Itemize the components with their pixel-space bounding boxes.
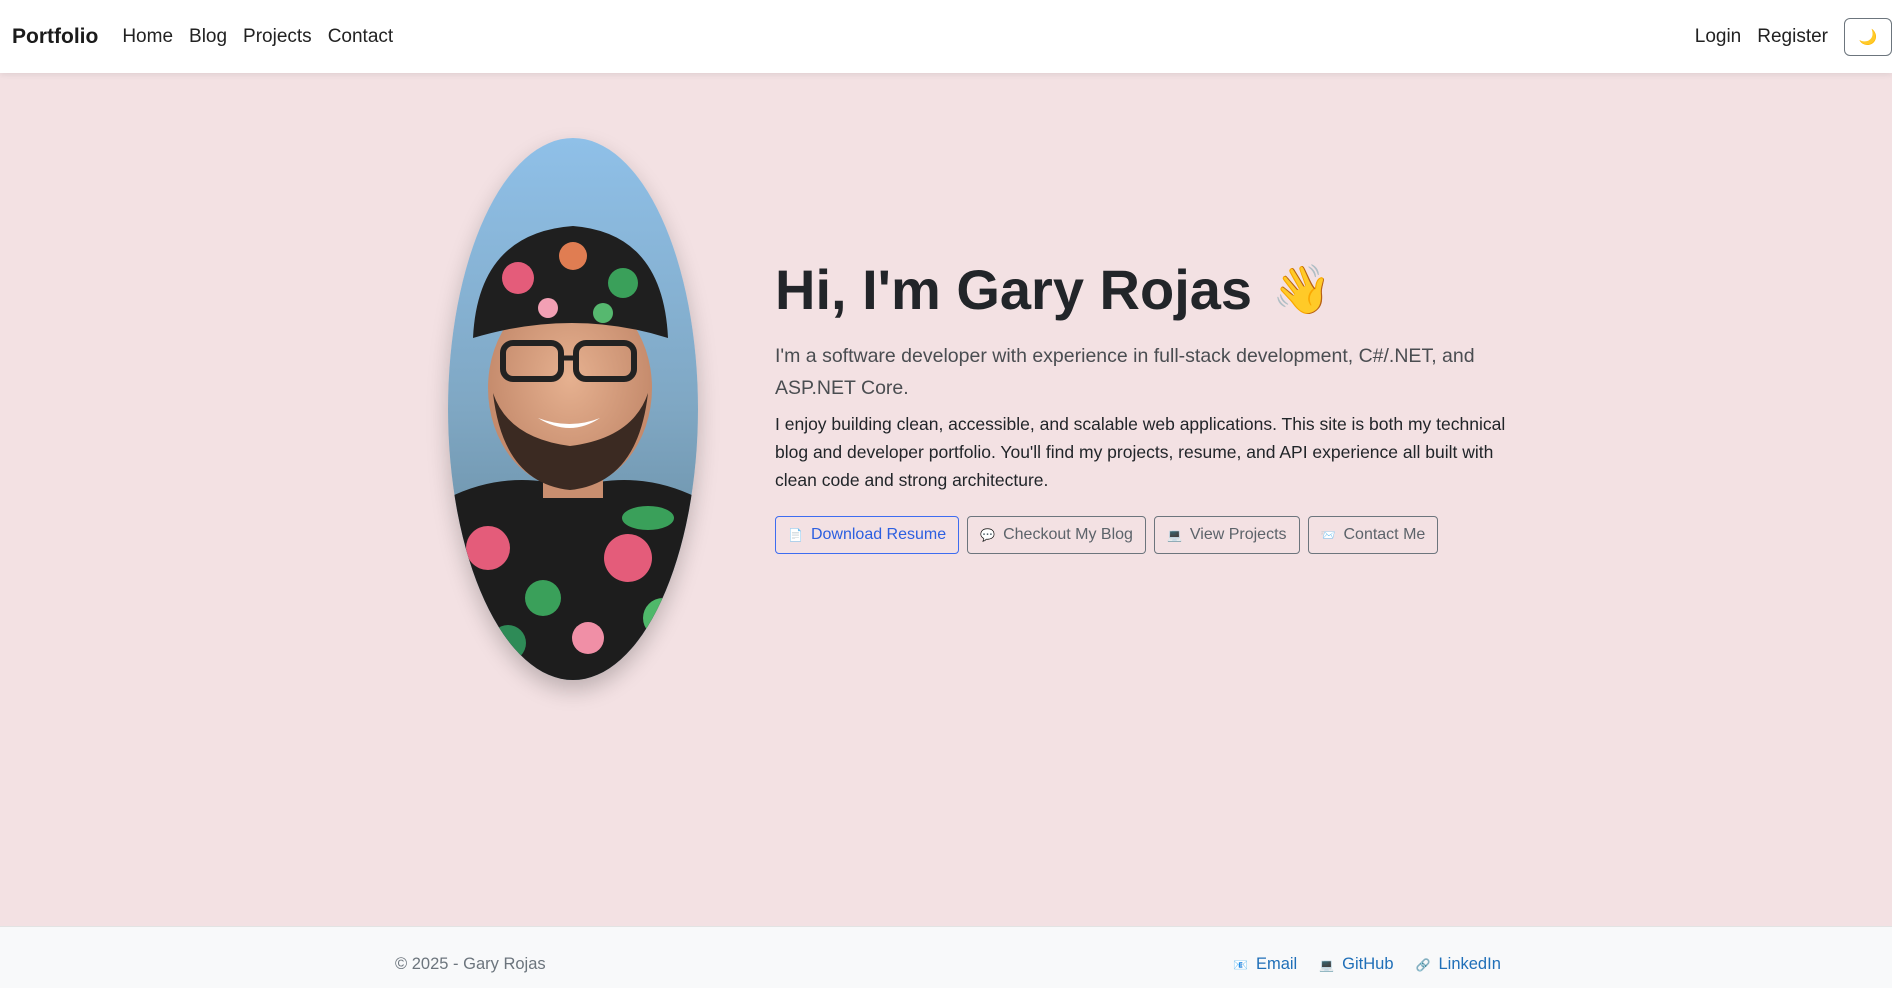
- hero-buttons: 📄 Download Resume 💬 Checkout My Blog 💻 V…: [775, 516, 1515, 555]
- hero-section: Hi, I'm Gary Rojas 👋 I'm a software deve…: [775, 258, 1515, 555]
- footer-linkedin-label: LinkedIn: [1438, 955, 1501, 973]
- footer-email-label: Email: [1255, 955, 1298, 973]
- envelope-icon: 📨: [1320, 528, 1336, 543]
- theme-toggle-button[interactable]: 🌙: [1844, 17, 1892, 56]
- footer-github-link[interactable]: 💻 GitHub: [1319, 955, 1393, 974]
- hero-description: I enjoy building clean, accessible, and …: [775, 414, 1506, 491]
- blog-button-label: Checkout My Blog: [1003, 526, 1133, 544]
- email-icon: 📧: [1233, 957, 1248, 972]
- nav-auth: Login Register 🌙: [1679, 17, 1892, 56]
- register-link[interactable]: Register: [1757, 26, 1828, 48]
- link-icon: 🔗: [1415, 957, 1431, 972]
- footer-github-label: GitHub: [1342, 955, 1394, 973]
- view-projects-button[interactable]: 💻 View Projects: [1153, 516, 1300, 555]
- footer-copyright: © 2025 - Gary Rojas: [395, 955, 546, 973]
- nav-link-home[interactable]: Home: [122, 26, 173, 48]
- nav-link-projects[interactable]: Projects: [243, 26, 312, 48]
- footer-email-link[interactable]: 📧 Email: [1233, 955, 1297, 974]
- blog-button[interactable]: 💬 Checkout My Blog: [967, 516, 1146, 555]
- footer: © 2025 - Gary Rojas 📧 Email 💻 GitHub 🔗 L…: [0, 926, 1892, 988]
- nav-link-blog[interactable]: Blog: [189, 26, 227, 48]
- hero-title-text: Hi, I'm Gary Rojas: [775, 258, 1253, 321]
- document-icon: 📄: [788, 528, 803, 543]
- download-resume-label: Download Resume: [810, 526, 947, 544]
- laptop-icon: 💻: [1166, 528, 1182, 543]
- navbar: Portfolio Home Blog Projects Contact Log…: [0, 0, 1892, 73]
- speech-bubble-icon: 💬: [980, 528, 996, 543]
- brand-logo[interactable]: Portfolio: [12, 25, 98, 49]
- profile-photo: [448, 138, 698, 680]
- moon-icon: 🌙: [1858, 28, 1878, 46]
- footer-links: 📧 Email 💻 GitHub 🔗 LinkedIn: [1233, 955, 1501, 974]
- laptop-icon: 💻: [1319, 957, 1335, 972]
- nav-link-contact[interactable]: Contact: [328, 26, 393, 48]
- contact-me-button[interactable]: 📨 Contact Me: [1307, 516, 1439, 555]
- nav-links: Home Blog Projects Contact: [122, 26, 409, 48]
- footer-linkedin-link[interactable]: 🔗 LinkedIn: [1416, 955, 1501, 974]
- view-projects-label: View Projects: [1189, 526, 1287, 544]
- hero-lead: I'm a software developer with experience…: [775, 345, 1475, 400]
- contact-me-label: Contact Me: [1343, 526, 1426, 544]
- waving-hand-icon: 👋: [1272, 263, 1332, 317]
- download-resume-button[interactable]: 📄 Download Resume: [775, 516, 960, 555]
- hero-title: Hi, I'm Gary Rojas 👋: [775, 258, 1515, 322]
- login-link[interactable]: Login: [1695, 26, 1742, 48]
